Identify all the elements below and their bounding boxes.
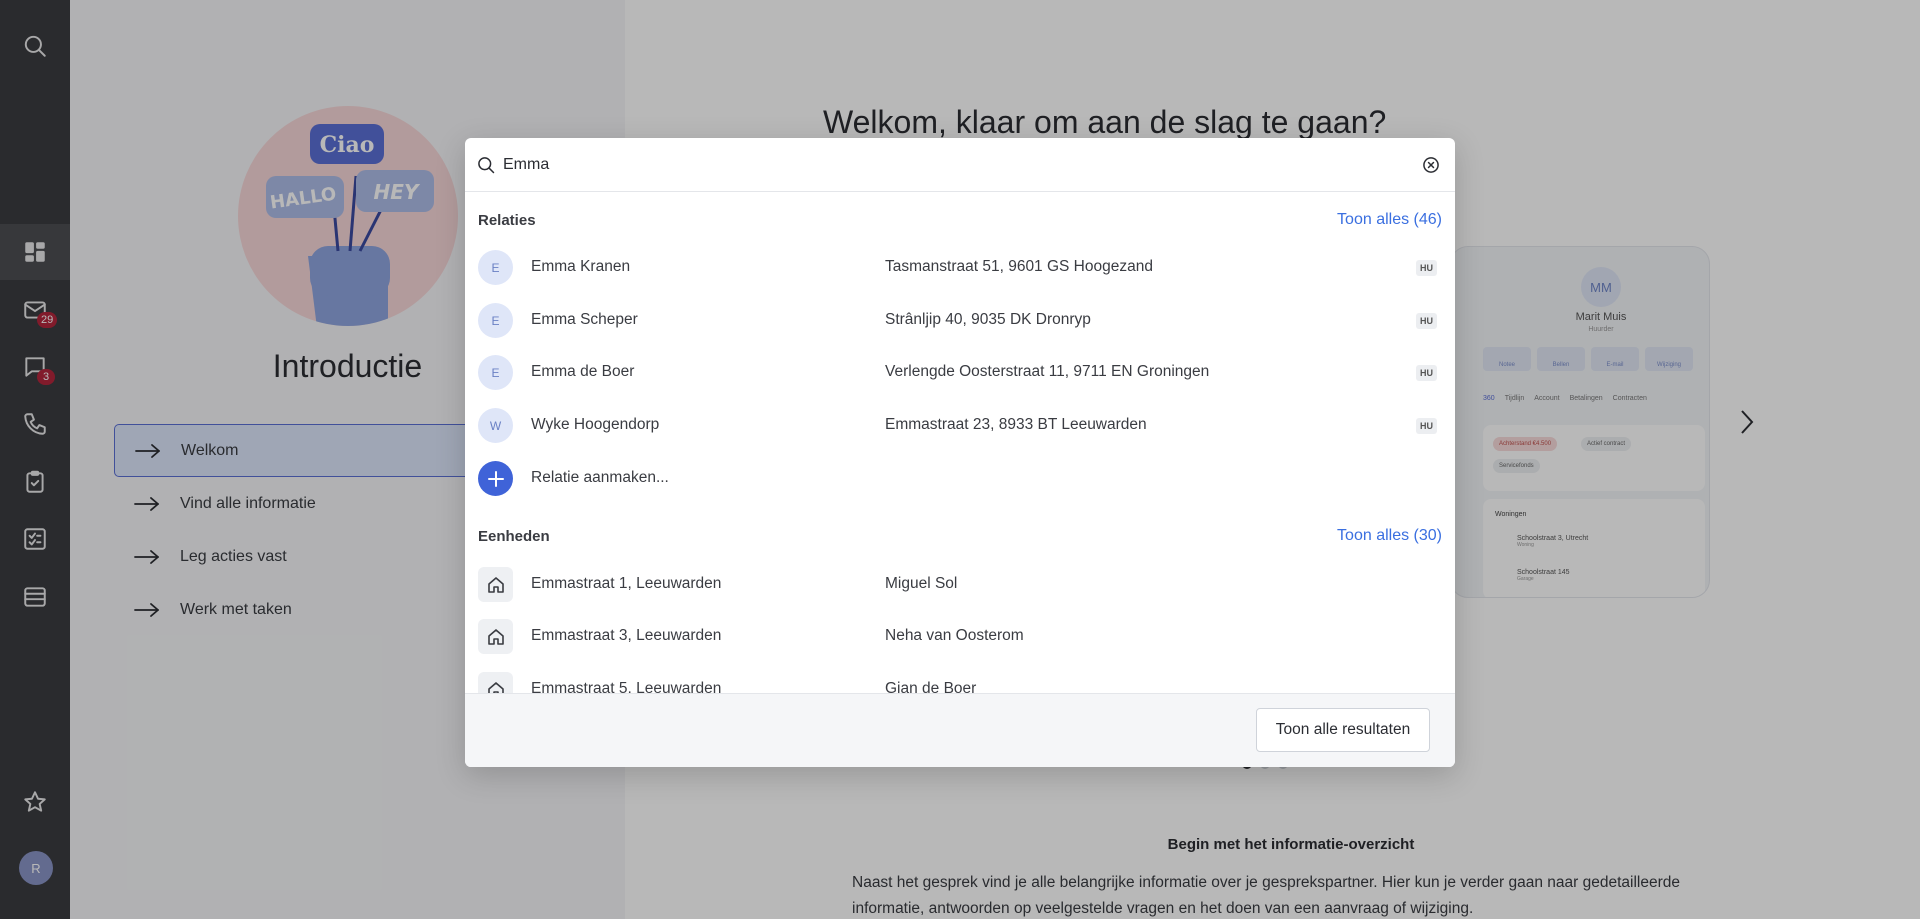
relatie-tag: HU — [1416, 418, 1437, 434]
result-row-eenheid[interactable]: Emmastraat 3, Leeuwarden Neha van Ooster… — [465, 610, 1455, 663]
home-icon — [478, 567, 513, 602]
eenheid-owner: Gian de Boer — [885, 680, 977, 693]
result-row-relatie[interactable]: E Emma Scheper Strânljip 40, 9035 DK Dro… — [465, 294, 1455, 347]
create-relatie-label: Relatie aanmaken... — [531, 469, 669, 486]
relatie-name: Emma Kranen — [531, 258, 631, 275]
relatie-address: Verlengde Oosterstraat 11, 9711 EN Groni… — [885, 363, 1210, 380]
create-relatie-row[interactable]: Relatie aanmaken... — [465, 452, 1455, 505]
group-header-eenheden: Eenheden Toon alles (30) — [478, 526, 1442, 546]
group-header-relaties: Relaties Toon alles (46) — [478, 210, 1442, 230]
group-title: Relaties — [478, 211, 536, 229]
eenheid-owner: Neha van Oosterom — [885, 627, 1024, 644]
relatie-address: Tasmanstraat 51, 9601 GS Hoogezand — [885, 258, 1153, 275]
relatie-address: Strânljip 40, 9035 DK Dronryp — [885, 311, 1091, 328]
show-all-eenheden-link[interactable]: Toon alles (30) — [1337, 527, 1442, 545]
relatie-name: Emma de Boer — [531, 363, 635, 380]
group-title: Eenheden — [478, 527, 550, 545]
relatie-tag: HU — [1416, 260, 1437, 276]
search-bar — [465, 138, 1455, 192]
relatie-avatar: W — [478, 408, 513, 443]
search-icon — [476, 155, 496, 175]
home-icon — [478, 672, 513, 693]
eenheid-owner: Miguel Sol — [885, 575, 958, 592]
result-row-relatie[interactable]: E Emma Kranen Tasmanstraat 51, 9601 GS H… — [465, 241, 1455, 294]
result-row-relatie[interactable]: W Wyke Hoogendorp Emmastraat 23, 8933 BT… — [465, 399, 1455, 452]
relatie-avatar: E — [478, 250, 513, 285]
relatie-avatar: E — [478, 303, 513, 338]
search-footer: Toon alle resultaten — [465, 693, 1455, 767]
show-all-results-button[interactable]: Toon alle resultaten — [1256, 708, 1430, 752]
show-all-relaties-link[interactable]: Toon alles (46) — [1337, 211, 1442, 229]
relatie-tag: HU — [1416, 313, 1437, 329]
add-icon — [478, 461, 513, 496]
relatie-name: Wyke Hoogendorp — [531, 416, 660, 433]
search-input[interactable] — [503, 151, 1383, 179]
eenheid-name: Emmastraat 1, Leeuwarden — [531, 575, 722, 592]
relatie-name: Emma Scheper — [531, 311, 638, 328]
search-dialog: Relaties Toon alles (46) E Emma Kranen T… — [465, 138, 1455, 767]
relatie-avatar: E — [478, 355, 513, 390]
clear-search-icon[interactable] — [1421, 155, 1441, 175]
result-row-relatie[interactable]: E Emma de Boer Verlengde Oosterstraat 11… — [465, 346, 1455, 399]
eenheid-name: Emmastraat 3, Leeuwarden — [531, 627, 722, 644]
relatie-address: Emmastraat 23, 8933 BT Leeuwarden — [885, 416, 1147, 433]
eenheid-name: Emmastraat 5, Leeuwarden — [531, 680, 722, 693]
search-results: Relaties Toon alles (46) E Emma Kranen T… — [465, 192, 1455, 693]
result-row-eenheid[interactable]: Emmastraat 5, Leeuwarden Gian de Boer — [465, 663, 1455, 693]
result-row-eenheid[interactable]: Emmastraat 1, Leeuwarden Miguel Sol — [465, 558, 1455, 611]
relatie-tag: HU — [1416, 365, 1437, 381]
home-icon — [478, 619, 513, 654]
